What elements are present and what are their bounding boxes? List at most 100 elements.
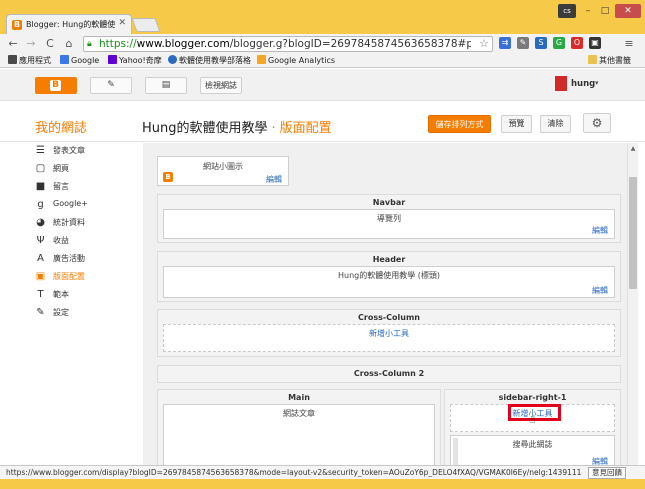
sidebar-item-comments[interactable]: ■ 留言 — [35, 179, 135, 195]
blogger-top-bar: B ✎ ▤ 檢視網誌 — [0, 69, 645, 101]
sidebar-item-earnings[interactable]: Ψ 收益 — [35, 233, 135, 249]
save-arrangement-button[interactable]: 儲存排列方式 — [428, 115, 491, 133]
tab-title: Blogger: Hung的軟體使 — [26, 20, 116, 29]
sidebar-nav: ☰ 發表文章 ▢ 網頁 ■ 留言 g Google+ ◕ 統計資料 Ψ 收益 A 廣告活動 ▣… — [0, 143, 143, 465]
user-name: hung — [571, 79, 596, 89]
navbar-widget[interactable]: 導覽列 編輯 — [163, 209, 615, 239]
header-widget[interactable]: Hung的軟體使用教學 (標頭) 編輯 — [163, 266, 615, 298]
sidebar-item-posts[interactable]: ☰ 發表文章 — [35, 143, 135, 159]
scroll-thumb[interactable] — [629, 177, 637, 289]
menu-icon[interactable]: ≡ — [622, 37, 636, 51]
edit-link[interactable]: 編輯 — [592, 225, 608, 236]
extension-icon[interactable]: ✎ — [517, 37, 529, 49]
yahoo-icon — [108, 55, 117, 64]
chevron-down-icon: ▾ — [595, 79, 599, 87]
edit-link[interactable]: 編輯 — [592, 285, 608, 296]
gear-icon[interactable]: ⚙ — [583, 113, 611, 133]
hand-cursor-icon: ☝ — [529, 413, 536, 426]
status-bar: https://www.blogger.com/display?blogID=2… — [0, 465, 645, 479]
home-icon[interactable]: ⌂ — [62, 37, 76, 51]
sidebar-item-pages[interactable]: ▢ 網頁 — [35, 161, 135, 177]
widget-label: Hung的軟體使用教學 (標頭) — [337, 271, 441, 280]
other-bookmarks[interactable]: 其他書籤 — [588, 55, 631, 66]
blogger-home-button[interactable]: B — [35, 77, 77, 94]
extension-icon[interactable]: ▣ — [589, 37, 601, 49]
page-title: Hung的軟體使用教學 · 版面配置 — [142, 117, 332, 136]
pencil-icon: ✎ — [107, 80, 115, 90]
reload-icon[interactable]: C — [43, 37, 57, 51]
profile-badge[interactable]: cs — [558, 4, 576, 18]
section-title: sidebar-right-1 — [498, 393, 567, 402]
extension-icon[interactable]: S — [535, 37, 547, 49]
extension-icon[interactable]: G — [553, 37, 565, 49]
section-title: Main — [288, 393, 310, 402]
wrench-icon: ✎ — [36, 307, 45, 318]
clear-button[interactable]: 清除 — [540, 115, 571, 133]
my-blogs-link[interactable]: 我的網誌 — [35, 117, 87, 136]
title-separator: · — [271, 121, 276, 136]
sidebar-item-template[interactable]: T 範本 — [35, 287, 135, 303]
address-bar[interactable]: 🔒︎ https://www.blogger.com/blogger.g?blo… — [83, 36, 493, 52]
window-frame-bottom — [0, 479, 645, 489]
url-host: www.blogger.com — [136, 38, 230, 50]
search-widget[interactable]: 搜尋此網誌 編輯 — [450, 435, 615, 465]
new-post-button[interactable]: ✎ — [90, 77, 132, 94]
minimize-button[interactable]: – — [580, 4, 596, 18]
template-icon: T — [37, 289, 44, 300]
bookmark-blog[interactable]: 軟體使用教學部落格 — [168, 55, 251, 66]
preview-button[interactable]: 預覽 — [501, 115, 532, 133]
blogger-favicon-icon: B — [12, 20, 22, 30]
pages-icon: ▤ — [161, 80, 171, 90]
tab-blogger[interactable]: B Blogger: Hung的軟體使 ✕ — [6, 14, 132, 34]
sidebar-item-googleplus[interactable]: g Google+ — [35, 197, 135, 213]
navbar-section: Navbar 導覽列 編輯 — [157, 194, 621, 243]
extension-icon[interactable]: O — [571, 37, 583, 49]
sidebar-item-settings[interactable]: ✎ 設定 — [35, 305, 135, 321]
posts-list-button[interactable]: ▤ — [145, 77, 187, 94]
extension-icon[interactable]: ⇉ — [499, 37, 511, 49]
blog-posts-widget[interactable]: 網誌文章 — [163, 404, 435, 465]
maximize-button[interactable]: □ — [597, 4, 613, 18]
scroll-up-arrow-icon[interactable]: ▲ — [629, 145, 637, 152]
lock-icon: 🔒︎ — [87, 39, 92, 49]
forward-arrow-icon[interactable]: → — [24, 37, 38, 51]
bookmarks-bar: 應用程式 Google Yahoo!奇摩 軟體使用教學部落格 Google An… — [0, 54, 645, 68]
favicon-widget[interactable]: 網站小圖示 B 編輯 — [157, 156, 289, 186]
bookmark-star-icon[interactable]: ☆ — [479, 37, 489, 50]
url-text[interactable]: https://www.blogger.com/blogger.g?blogID… — [99, 38, 471, 50]
section-title: Cross-Column — [358, 313, 420, 322]
url-path: /blogger.g?blogID=2697845874563658378#pa… — [229, 38, 471, 50]
status-url: https://www.blogger.com/display?blogID=2… — [6, 468, 582, 477]
campaigns-icon: A — [37, 253, 44, 264]
widget-label: 導覽列 — [377, 214, 401, 223]
edit-link[interactable]: 編輯 — [266, 174, 282, 185]
page-scrollbar[interactable]: ▲ — [627, 143, 638, 465]
widget-label: 網誌文章 — [283, 409, 315, 418]
blog-title: Hung的軟體使用教學 — [142, 121, 268, 136]
add-gadget-link[interactable]: 新增小工具 — [164, 328, 614, 339]
cross-column-2-section: Cross-Column 2 — [157, 365, 621, 383]
stats-icon: ◕ — [36, 217, 45, 228]
blogger-favicon-icon: B — [163, 172, 173, 182]
new-tab-button[interactable] — [131, 18, 161, 32]
browser-toolbar: ← → C ⌂ 🔒︎ https://www.blogger.com/blogg… — [0, 34, 645, 54]
add-gadget-area[interactable]: 新增小工具 — [163, 324, 615, 352]
layout-icon: ▣ — [35, 271, 46, 282]
cross-column-section: Cross-Column 新增小工具 — [157, 309, 621, 357]
view-blog-button[interactable]: 檢視網誌 — [200, 77, 242, 94]
close-window-button[interactable]: ✕ — [615, 4, 641, 18]
sidebar-item-campaigns[interactable]: A 廣告活動 — [35, 251, 135, 267]
bookmark-apps[interactable]: 應用程式 — [8, 55, 51, 66]
pages-icon: ▢ — [35, 163, 46, 174]
sidebar-right-section: sidebar-right-1 新增小工具 搜尋此網誌 編輯 — [444, 389, 621, 465]
bookmark-analytics[interactable]: Google Analytics — [257, 55, 335, 65]
avatar — [555, 76, 567, 91]
sidebar-item-layout[interactable]: ▣ 版面配置 — [35, 269, 135, 285]
sidebar-item-stats[interactable]: ◕ 統計資料 — [35, 215, 135, 231]
feedback-button[interactable]: 意見回饋 — [588, 467, 626, 479]
back-arrow-icon[interactable]: ← — [6, 37, 20, 51]
edit-link[interactable]: 編輯 — [592, 456, 608, 465]
tab-close-icon[interactable]: ✕ — [118, 18, 126, 28]
bookmark-google[interactable]: Google — [60, 55, 99, 65]
bookmark-yahoo[interactable]: Yahoo!奇摩 — [108, 55, 162, 66]
